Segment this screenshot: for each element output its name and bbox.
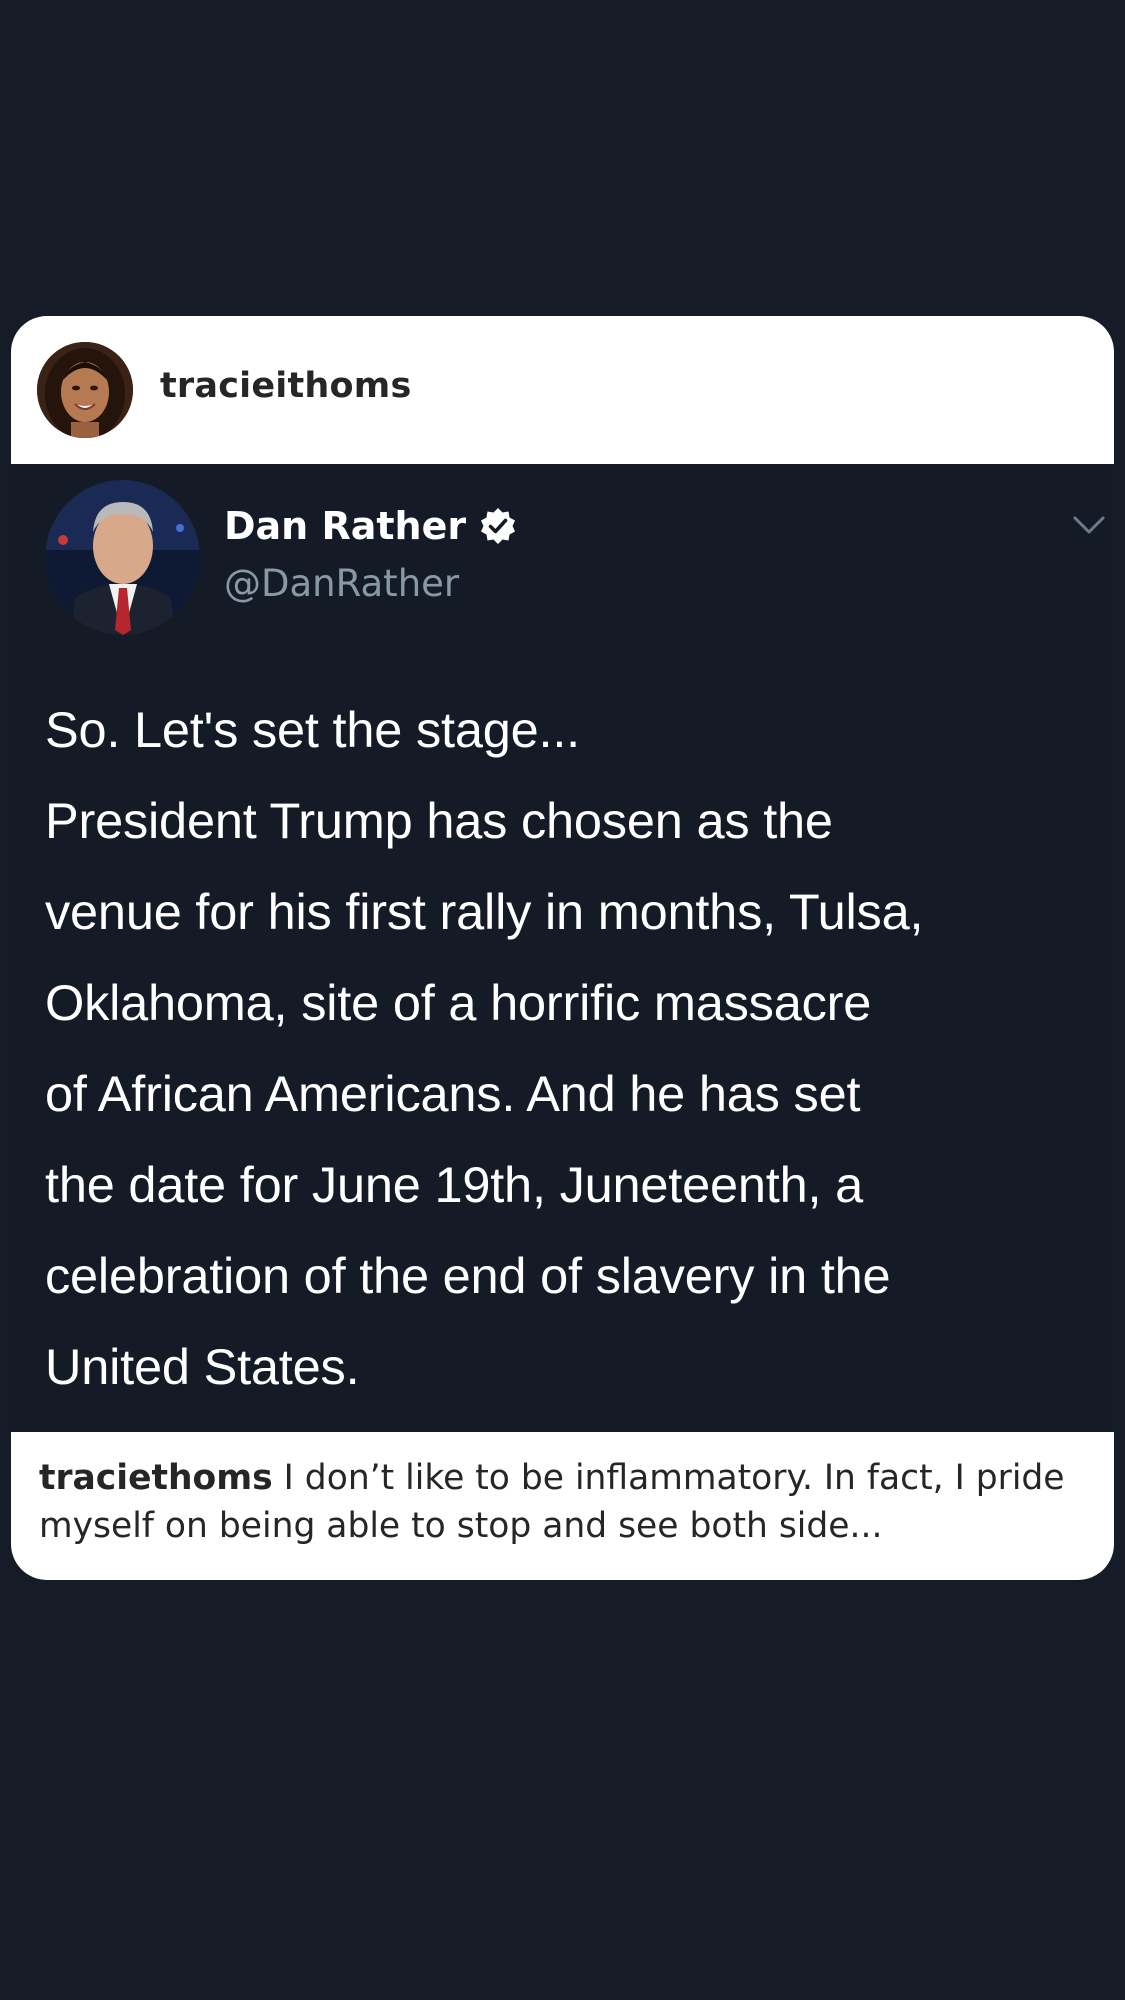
- tweet-author-name[interactable]: Dan Rather: [224, 504, 518, 548]
- chevron-down-icon[interactable]: [1071, 514, 1107, 538]
- tweet-author-handle[interactable]: @DanRather: [224, 562, 459, 605]
- post-caption[interactable]: traciethoms I don’t like to be inflammat…: [11, 1432, 1114, 1580]
- poster-avatar-image: [37, 342, 133, 438]
- tweet-author-avatar-image: [45, 480, 200, 635]
- caption-username[interactable]: traciethoms: [39, 1458, 273, 1498]
- tweet-author-name-text: Dan Rather: [224, 504, 467, 548]
- tweet-text: So. Let's set the stage... President Tru…: [45, 701, 924, 1395]
- poster-username[interactable]: tracieithoms: [160, 366, 412, 406]
- caption-text-block: traciethoms I don’t like to be inflammat…: [39, 1454, 1089, 1550]
- post-header: tracieithoms: [11, 316, 1114, 464]
- embedded-tweet: Dan Rather @DanRather So. Let's set the …: [11, 464, 1114, 1432]
- instagram-post-card: tracieithoms Dan Rather @DanRather So. L…: [11, 316, 1114, 1580]
- poster-avatar[interactable]: [37, 342, 133, 438]
- verified-badge-icon: [481, 508, 516, 544]
- tweet-author-avatar[interactable]: [45, 480, 200, 635]
